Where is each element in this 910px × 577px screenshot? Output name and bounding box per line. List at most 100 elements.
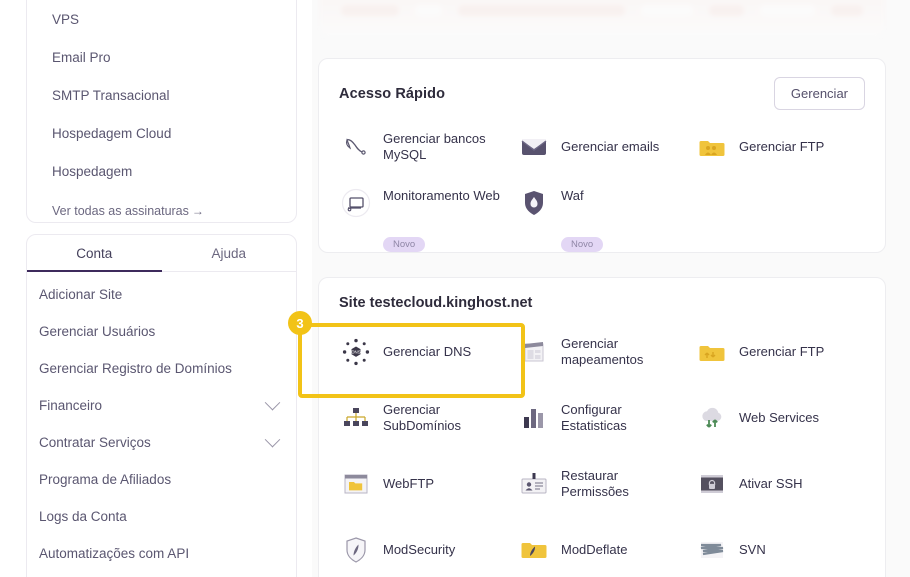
tab-conta[interactable]: Conta <box>27 236 162 272</box>
quick-tile-gerenciar-emails[interactable]: Gerenciar emails <box>519 114 697 180</box>
tab-conta-label: Conta <box>76 246 113 261</box>
sidebar-item-contratar-servicos[interactable]: Contratar Serviços <box>27 424 296 461</box>
quick-tile-gerenciar-ftp[interactable]: Gerenciar FTP <box>697 114 875 180</box>
site-card: Site testecloud.kinghost.net DNS Gerenci… <box>318 277 886 577</box>
shield-flame-icon <box>519 188 549 218</box>
site-tile-gerenciar-ftp[interactable]: Gerenciar FTP <box>697 319 875 385</box>
sidebar-item-label: VPS <box>52 12 80 27</box>
site-tile-gerenciar-mapeamentos[interactable]: Gerenciar mapeamentos <box>519 319 697 385</box>
sidebar-item-email-pro[interactable]: Email Pro <box>27 39 296 77</box>
svn-stripes-icon <box>697 535 727 565</box>
sidebar-item-hospedagem-cloud[interactable]: Hospedagem Cloud <box>27 115 296 153</box>
see-all-subscriptions-label: Ver todas as assinaturas <box>52 204 189 218</box>
bar-chart-icon <box>519 403 549 433</box>
document-map-icon <box>519 337 549 367</box>
folder-feather-icon <box>519 535 549 565</box>
site-tile-label: Configurar Estatisticas <box>561 402 627 433</box>
sidebar-item-financeiro[interactable]: Financeiro <box>27 387 296 424</box>
sidebar-item-gerenciar-registro-dominios[interactable]: Gerenciar Registro de Domínios <box>27 350 296 387</box>
site-tile-svn[interactable]: SVN <box>697 517 875 577</box>
sidebar-item-gerenciar-usuarios[interactable]: Gerenciar Usuários <box>27 313 296 350</box>
quick-access-card: Acesso Rápido Gerenciar Gerenciar bancos… <box>318 58 886 253</box>
site-tile-label: Ativar SSH <box>739 476 803 491</box>
id-card-icon <box>519 469 549 499</box>
folder-users-icon <box>697 132 727 162</box>
quick-tile-monitoramento-web[interactable]: Monitoramento Web Novo <box>341 180 519 256</box>
sidebar-item-label: Logs da Conta <box>39 509 127 524</box>
svg-text:DNS: DNS <box>351 349 360 354</box>
sidebar-item-programa-afiliados[interactable]: Programa de Afiliados <box>27 461 296 498</box>
site-tile-label: Gerenciar DNS <box>383 344 472 359</box>
quick-tile-label: Waf <box>561 188 584 203</box>
site-tile-restaurar-permissoes[interactable]: Restaurar Permissões <box>519 451 697 517</box>
subscriptions-card: VPS Email Pro SMTP Transacional Hospedag… <box>26 0 297 223</box>
quick-tile-label: Gerenciar emails <box>561 139 660 154</box>
partial-card-above <box>318 0 886 38</box>
shield-feather-icon <box>341 535 371 565</box>
sidebar-item-label: Gerenciar Usuários <box>39 324 156 339</box>
site-tile-label: WebFTP <box>383 476 435 491</box>
site-tile-gerenciar-subdominios[interactable]: Gerenciar SubDomínios <box>341 385 519 451</box>
site-tile-label: Web Services <box>739 410 819 425</box>
app-root: VPS Email Pro SMTP Transacional Hospedag… <box>0 0 910 577</box>
cloud-transfer-icon <box>697 403 727 433</box>
dns-network-icon: DNS <box>341 337 371 367</box>
highlight-step-badge: 3 <box>288 311 312 335</box>
site-tile-web-services[interactable]: Web Services <box>697 385 875 451</box>
quick-tile-label: Gerenciar FTP <box>739 139 825 154</box>
envelope-icon <box>519 132 549 162</box>
tab-ajuda-label: Ajuda <box>211 246 247 261</box>
sidebar-item-label: Financeiro <box>39 398 103 413</box>
mysql-dolphin-icon <box>341 132 371 162</box>
site-tile-label: ModDeflate <box>561 542 628 557</box>
chevron-down-icon <box>264 431 281 448</box>
sidebar-item-label: Hospedagem Cloud <box>52 126 172 141</box>
sidebar-item-logs-da-conta[interactable]: Logs da Conta <box>27 498 296 535</box>
site-tile-modsecurity[interactable]: ModSecurity <box>341 517 519 577</box>
site-tile-label: Restaurar Permissões <box>561 468 629 499</box>
sidebar-item-label: Gerenciar Registro de Domínios <box>39 361 232 376</box>
site-tiles-grid: DNS Gerenciar DNS Gerenciar mapeamentos … <box>319 311 885 577</box>
sidebar-item-smtp-transacional[interactable]: SMTP Transacional <box>27 77 296 115</box>
sidebar-item-label: SMTP Transacional <box>52 88 170 103</box>
sidebar-item-hospedagem[interactable]: Hospedagem <box>27 153 296 191</box>
site-tile-ativar-ssh[interactable]: Ativar SSH <box>697 451 875 517</box>
sidebar: VPS Email Pro SMTP Transacional Hospedag… <box>0 0 312 577</box>
webftp-window-icon <box>341 469 371 499</box>
sidebar-item-label: Contratar Serviços <box>39 435 151 450</box>
monitor-circle-icon <box>341 188 371 218</box>
sidebar-item-label: Adicionar Site <box>39 287 123 302</box>
status-badge-novo: Novo <box>561 236 604 252</box>
site-tile-webftp[interactable]: WebFTP <box>341 451 519 517</box>
arrow-right-icon: → <box>191 204 204 218</box>
status-badge-novo: Novo <box>383 236 426 252</box>
site-tile-label: Gerenciar mapeamentos <box>561 336 644 367</box>
account-card: Conta Ajuda Adicionar Site Gerenciar Usu… <box>26 234 297 577</box>
site-tile-gerenciar-dns[interactable]: DNS Gerenciar DNS <box>341 319 519 385</box>
site-tile-label: Gerenciar SubDomínios <box>383 402 462 433</box>
site-tile-moddeflate[interactable]: ModDeflate <box>519 517 697 577</box>
sidebar-item-automatizacoes-api[interactable]: Automatizações com API <box>27 535 296 572</box>
quick-tile-gerenciar-bancos-mysql[interactable]: Gerenciar bancos MySQL <box>341 114 519 180</box>
sidebar-item-label: Programa de Afiliados <box>39 472 172 487</box>
site-tile-label: SVN <box>739 542 766 557</box>
quick-tile-label: Gerenciar bancos MySQL <box>383 131 486 162</box>
main-content: Acesso Rápido Gerenciar Gerenciar bancos… <box>312 0 910 577</box>
quick-access-header: Acesso Rápido Gerenciar <box>319 59 885 110</box>
site-tile-label: Gerenciar FTP <box>739 344 825 359</box>
sidebar-item-adicionar-site[interactable]: Adicionar Site <box>27 276 296 313</box>
site-tile-label: ModSecurity <box>383 542 456 557</box>
account-menu-list: Adicionar Site Gerenciar Usuários Gerenc… <box>27 272 296 572</box>
account-tabs: Conta Ajuda <box>27 236 296 272</box>
quick-access-title: Acesso Rápido <box>339 85 446 102</box>
site-tile-configurar-estatisticas[interactable]: Configurar Estatisticas <box>519 385 697 451</box>
quick-access-grid: Gerenciar bancos MySQL Gerenciar emails <box>319 110 885 256</box>
quick-access-manage-button[interactable]: Gerenciar <box>773 77 865 110</box>
chevron-down-icon <box>264 394 281 411</box>
ssh-terminal-icon <box>697 469 727 499</box>
tab-ajuda[interactable]: Ajuda <box>162 236 297 271</box>
sidebar-item-vps[interactable]: VPS <box>27 1 296 39</box>
quick-tile-waf[interactable]: Waf Novo <box>519 180 697 256</box>
sidebar-item-label: Automatizações com API <box>39 546 190 561</box>
see-all-subscriptions-link[interactable]: Ver todas as assinaturas → <box>27 191 296 231</box>
